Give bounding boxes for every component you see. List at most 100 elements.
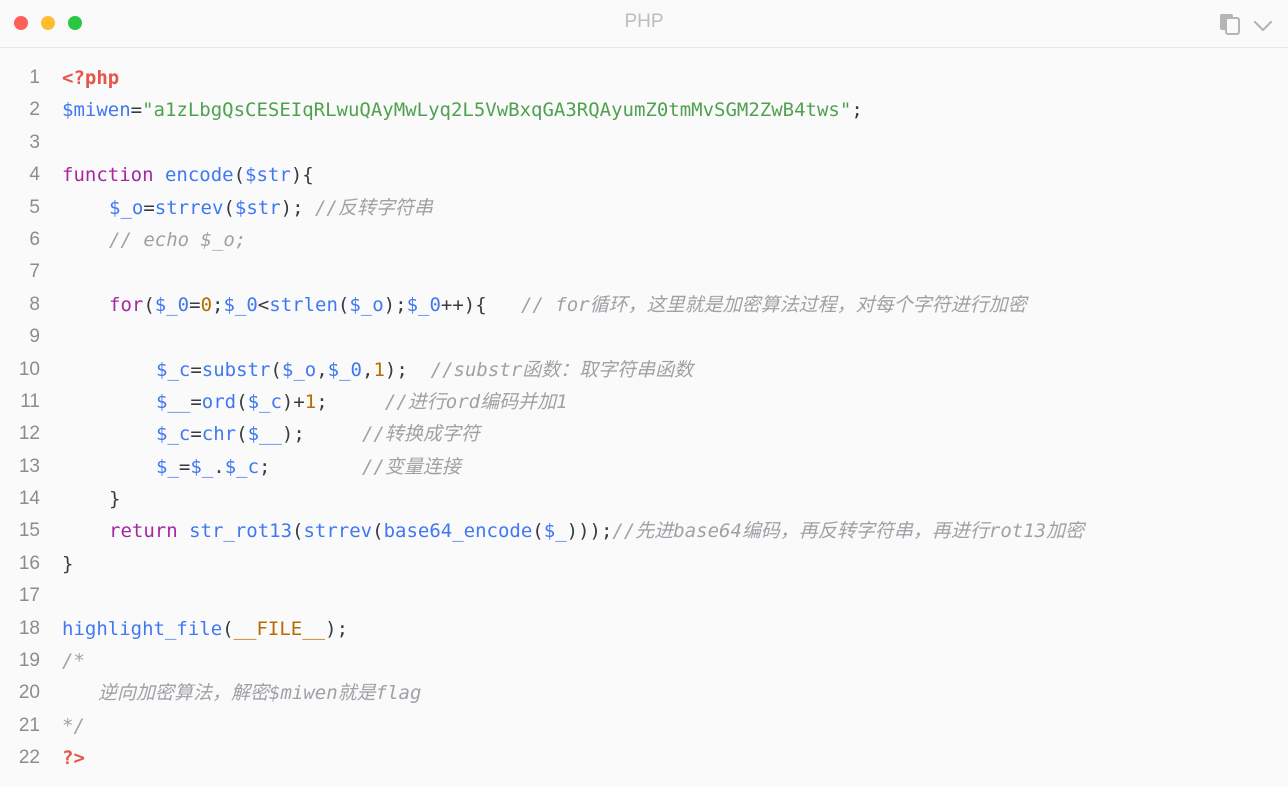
code-token: =: [190, 390, 202, 413]
code-line: 10 $_c=substr($_o,$_0,1); //substr函数：取字符串…: [0, 354, 1288, 386]
code-token: function: [62, 164, 165, 187]
code-token: // echo $_o;: [109, 228, 247, 251]
code-token: 1: [373, 358, 385, 381]
code-token: substr: [201, 358, 271, 381]
code-line: 5 $_o=strrev($str); //反转字符串: [0, 192, 1288, 224]
code-token: encode: [164, 164, 234, 187]
code-text: for($_0=0;$_0<strlen($_o);$_0++){ // for…: [109, 289, 1027, 321]
code-token: =: [143, 196, 155, 219]
line-number: 6: [29, 228, 40, 250]
code-token: $_0: [154, 293, 190, 316]
code-token: ){: [290, 164, 314, 187]
code-token: ;: [212, 293, 224, 316]
code-token: //反转字符串: [314, 196, 433, 219]
code-token: );: [325, 617, 349, 640]
code-token: 0: [200, 293, 213, 316]
line-number: 1: [29, 67, 40, 88]
code-token: (: [337, 293, 350, 316]
code-token: //进行ord编码并加1: [384, 390, 568, 413]
code-line: 11 $__=ord($_c)+1; //进行ord编码并加1: [0, 386, 1288, 418]
code-token: //substr函数：取字符串函数: [430, 358, 694, 381]
code-token: strrev: [303, 520, 373, 543]
copy-icon[interactable]: [1219, 13, 1243, 39]
code-token: $__: [247, 423, 282, 446]
code-token: $_: [156, 455, 179, 478]
code-token: $str: [245, 164, 291, 187]
line-number: 10: [18, 358, 40, 380]
code-text: $__=ord($_c)+1; //进行ord编码并加1: [156, 386, 568, 418]
code-token: $_c: [224, 455, 260, 478]
code-token: =: [190, 358, 202, 381]
code-text: */: [62, 710, 85, 742]
code-token: (: [236, 390, 248, 413]
line-number: 5: [29, 196, 40, 218]
line-number: 19: [18, 650, 40, 672]
line-number: 11: [20, 390, 40, 412]
code-token: strrev: [154, 196, 224, 219]
chevron-down-icon[interactable]: [1253, 17, 1273, 36]
code-token: $_o: [281, 358, 317, 381]
code-text: <?php: [62, 62, 119, 94]
code-text: highlight_file(__FILE__);: [62, 613, 348, 645]
code-token: $_o: [349, 293, 384, 316]
code-token: (: [270, 358, 282, 381]
code-text: return str_rot13(strrev(base64_encode($_…: [109, 515, 1084, 547]
code-token: $__: [156, 390, 191, 413]
code-token: ord: [201, 390, 237, 413]
code-token: 逆向加密算法，解密$miwen就是flag: [98, 682, 422, 705]
code-token: );: [281, 423, 362, 446]
code-token: $_: [190, 455, 214, 478]
code-token: }: [62, 552, 74, 575]
code-token: (: [222, 617, 234, 640]
code-token: */: [62, 714, 85, 737]
code-line: 18 highlight_file(__FILE__);: [0, 613, 1288, 645]
code-token: $_0: [223, 293, 258, 316]
code-token: )));: [566, 520, 613, 543]
code-text: function encode($str){: [62, 159, 314, 191]
code-token: (: [236, 423, 248, 446]
code-token: $_0: [327, 358, 362, 381]
line-number: 8: [29, 293, 40, 315]
code-token: <?php: [62, 67, 120, 89]
code-token: ): [281, 390, 294, 413]
code-token: (: [292, 520, 304, 543]
code-line: 20 逆向加密算法，解密$miwen就是flag: [0, 677, 1288, 709]
line-number: 13: [18, 455, 40, 477]
code-token: for: [109, 293, 144, 316]
code-text: $miwen="a1zLbgQsCESEIqRLwuQAyMwLyq2L5VwB…: [62, 94, 863, 126]
code-token: __FILE__: [233, 617, 326, 640]
line-number: 3: [29, 131, 40, 153]
code-token: $_c: [156, 423, 191, 446]
code-text: // echo $_o;: [109, 224, 246, 256]
code-token: .: [213, 455, 225, 478]
code-token: ;: [259, 455, 362, 478]
code-token: ;: [851, 99, 863, 122]
code-editor[interactable]: 1 <?php 2 $miwen="a1zLbgQsCESEIqRLwuQAyMwLy…: [0, 62, 1288, 775]
title-bar: PHP: [0, 0, 1288, 48]
code-line: 13 $_=$_.$_c; //变量连接: [0, 451, 1288, 483]
code-token: );: [383, 293, 407, 316]
code-token: <: [257, 293, 270, 316]
code-token: return: [109, 520, 190, 543]
code-token: =: [130, 99, 143, 122]
code-text: $_o=strrev($str); //反转字符串: [109, 192, 433, 224]
code-window: PHP 1 <?php 2 $miwen="a1zLbgQsCESEIqRLwuQAy…: [0, 0, 1288, 786]
code-token: $str: [234, 196, 281, 219]
line-number: 16: [18, 552, 40, 574]
code-text: $_c=chr($__); //转换成字符: [156, 418, 480, 450]
code-line: 9: [0, 321, 1288, 353]
code-line: 1 <?php: [0, 62, 1288, 94]
code-token: 1: [304, 390, 317, 413]
line-number: 22: [18, 747, 40, 769]
code-line: 16}: [0, 548, 1288, 580]
code-line: 8 for($_0=0;$_0<strlen($_o);$_0++){ // fo…: [0, 289, 1288, 321]
code-token: +: [293, 390, 305, 413]
code-token: (: [532, 520, 544, 543]
code-text: /*: [62, 645, 85, 677]
line-number: 18: [18, 617, 40, 639]
code-token: ;: [316, 390, 385, 413]
code-line: 7: [0, 256, 1288, 288]
code-token: "a1zLbgQsCESEIqRLwuQAyMwLyq2L5VwBxqGA3RQ…: [142, 99, 852, 122]
code-token: (: [372, 520, 384, 543]
code-token: $_0: [406, 293, 441, 316]
